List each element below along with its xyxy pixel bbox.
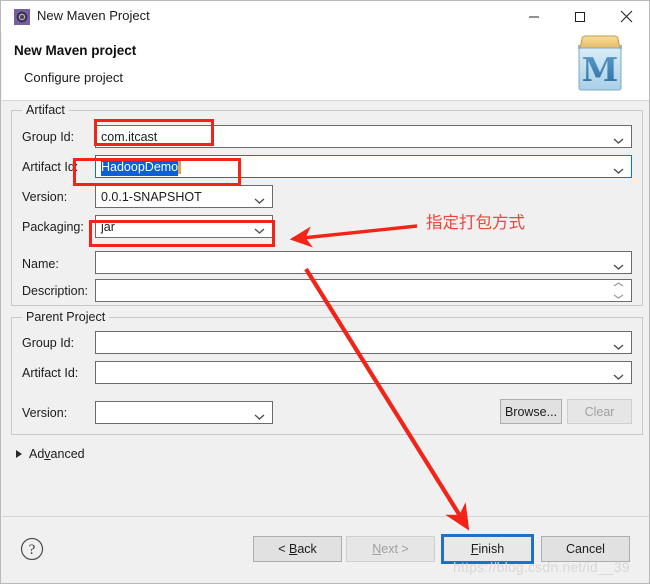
parent-version-combo[interactable]: [95, 401, 273, 424]
parent-version-label: Version:: [22, 406, 68, 420]
dialog-header: New Maven project Configure project M: [2, 32, 649, 101]
artifact-artifact-id-label: Artifact Id:: [22, 160, 79, 174]
advanced-label: Advanced: [29, 447, 85, 461]
artifact-name-combo[interactable]: [95, 251, 632, 274]
chevron-down-icon: [613, 339, 624, 350]
parent-artifact-id-combo[interactable]: [95, 361, 632, 384]
browse-button-label: Browse...: [504, 404, 558, 419]
browse-button[interactable]: Browse...: [500, 399, 562, 424]
maven-m-box-icon: M: [568, 35, 632, 95]
page-subtitle: Configure project: [24, 70, 123, 85]
minimize-icon[interactable]: [511, 1, 557, 32]
cancel-button-label: Cancel: [566, 542, 605, 556]
title-bar: New Maven Project: [1, 1, 649, 32]
next-button-label: Next >: [372, 542, 409, 556]
artifact-group-id-value: com.itcast: [101, 129, 158, 144]
new-maven-project-dialog: New Maven Project New Maven project Conf…: [0, 0, 650, 584]
maven-gear-icon: [14, 9, 30, 25]
artifact-artifact-id-value: HadoopDemo: [101, 158, 182, 176]
chevron-down-icon: [613, 133, 624, 144]
next-button[interactable]: Next >: [346, 536, 435, 562]
parent-project-group-legend: Parent Project: [22, 310, 110, 324]
artifact-group-legend: Artifact: [22, 103, 69, 117]
artifact-version-label: Version:: [22, 190, 68, 204]
parent-artifact-id-label: Artifact Id:: [22, 366, 79, 380]
close-icon[interactable]: [603, 1, 649, 32]
chevron-down-icon: [613, 163, 624, 174]
maximize-icon[interactable]: [557, 1, 603, 32]
chevron-down-icon: [613, 369, 624, 380]
help-icon[interactable]: ?: [20, 537, 44, 561]
artifact-description-textarea[interactable]: [95, 279, 632, 302]
artifact-packaging-label: Packaging:: [22, 220, 84, 234]
parent-group-id-combo[interactable]: [95, 331, 632, 354]
artifact-description-label: Description:: [22, 284, 88, 298]
chevron-down-icon: [613, 259, 624, 270]
window-title: New Maven Project: [37, 8, 150, 23]
clear-button-label: Clear: [584, 404, 615, 419]
clear-button[interactable]: Clear: [567, 399, 632, 424]
watermark: https://blog.csdn.net/id__39: [453, 559, 630, 575]
artifact-version-value: 0.0.1-SNAPSHOT: [101, 189, 202, 204]
chevron-down-icon: [254, 409, 265, 420]
back-button[interactable]: < Back: [253, 536, 342, 562]
artifact-name-label: Name:: [22, 257, 59, 271]
artifact-group-id-combo[interactable]: com.itcast: [95, 125, 632, 148]
artifact-artifact-id-combo[interactable]: HadoopDemo: [95, 155, 632, 178]
dialog-body: Artifact Group Id: com.itcast Artifact I…: [2, 101, 649, 516]
chevron-down-icon: [254, 193, 265, 204]
page-title: New Maven project: [14, 43, 137, 58]
parent-group-id-label: Group Id:: [22, 336, 75, 350]
artifact-version-combo[interactable]: 0.0.1-SNAPSHOT: [95, 185, 273, 208]
artifact-group-id-label: Group Id:: [22, 130, 75, 144]
finish-button-label: Finish: [470, 542, 505, 556]
svg-text:M: M: [582, 50, 619, 89]
svg-text:?: ?: [29, 542, 36, 558]
annotation-packaging-note: 指定打包方式: [426, 213, 525, 232]
advanced-toggle[interactable]: Advanced: [16, 445, 85, 463]
back-button-label: < Back: [278, 542, 317, 556]
chevron-down-icon: [254, 223, 265, 234]
scroll-spinner-icon[interactable]: [609, 280, 627, 301]
artifact-packaging-value: jar: [101, 219, 115, 234]
chevron-right-icon: [16, 450, 22, 458]
artifact-packaging-combo[interactable]: jar: [95, 215, 273, 238]
